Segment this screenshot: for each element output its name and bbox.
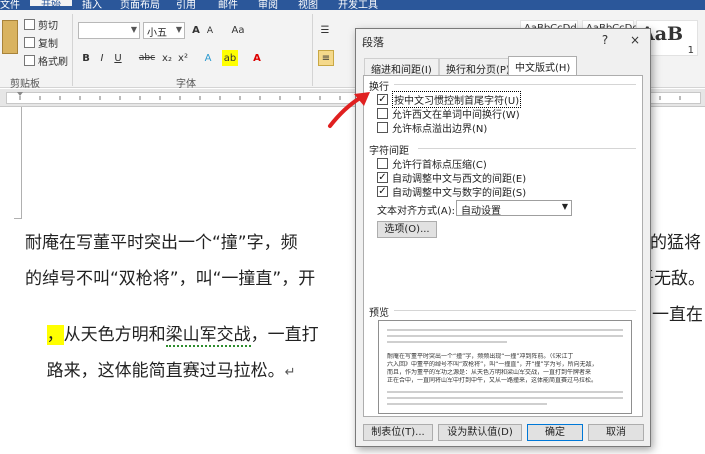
align-left-icon[interactable]: ≡ bbox=[318, 50, 334, 66]
preview-box: 耐庵在写董平时突出一个“撞”字，频频出现“一撞”冲到阵前。（《宋江丁 六入回》中… bbox=[378, 320, 632, 414]
section-divider bbox=[418, 148, 636, 149]
paragraph-dialog: 段落 ? × 缩进和间距(I) 换行和分页(P) 中文版式(H) 换行 ✓ 按中… bbox=[355, 28, 651, 447]
clipboard-group-label: 剪贴板 bbox=[10, 79, 40, 90]
subscript-button[interactable]: x₂ bbox=[160, 50, 174, 66]
cancel-button[interactable]: 取消 bbox=[588, 424, 644, 441]
checkbox-unchecked-icon bbox=[377, 157, 388, 169]
font-name-combo[interactable]: ▼ bbox=[78, 22, 140, 39]
checkbox-hanging-punctuation[interactable]: 允许标点溢出边界(N) bbox=[377, 120, 487, 135]
tab-asian-typography[interactable]: 中文版式(H) bbox=[508, 56, 578, 76]
tab-indent-spacing[interactable]: 缩进和间距(I) bbox=[364, 58, 439, 76]
margin-corner-mark bbox=[14, 107, 22, 219]
preview-text-3: 而且，作为董平的军功之源是：从天色方明和梁山军交战，一直打到午牌者来 bbox=[387, 369, 592, 376]
copy-button[interactable]: 复制 bbox=[24, 34, 58, 50]
checkbox-unchecked-icon bbox=[377, 107, 388, 119]
scissors-icon bbox=[24, 18, 35, 30]
italic-button[interactable]: I bbox=[96, 50, 108, 66]
red-arrow-icon bbox=[328, 92, 370, 128]
checkbox-compress-punctuation[interactable]: 允许行首标点压缩(C) bbox=[377, 156, 487, 171]
shrink-font-button[interactable]: A bbox=[204, 23, 216, 39]
chevron-down-icon: ▼ bbox=[130, 25, 137, 34]
checkbox-space-asian-numbers[interactable]: ✓ 自动调整中文与数字的间距(S) bbox=[377, 184, 526, 199]
indent-marker-icon bbox=[17, 92, 23, 96]
preview-line bbox=[387, 329, 623, 331]
checkbox-space-asian-latin[interactable]: ✓ 自动调整中文与西文的间距(E) bbox=[377, 170, 526, 185]
underline-button[interactable]: U bbox=[112, 50, 124, 66]
cut-button[interactable]: 剪切 bbox=[24, 16, 58, 32]
preview-line bbox=[387, 341, 507, 343]
section-preview: 预览 bbox=[369, 308, 389, 319]
group-separator bbox=[312, 14, 313, 86]
doc-line-2: 的绰号不叫“双枪将”，叫“一撞直”，开 bbox=[25, 269, 316, 289]
chevron-down-icon: ▼ bbox=[561, 202, 568, 211]
doc-line-3-tail: 一直在 bbox=[652, 305, 703, 325]
font-color-icon[interactable]: A bbox=[250, 50, 264, 66]
text-effects-icon[interactable]: A bbox=[200, 50, 216, 66]
preview-text-2: 六入回》中董平的绰号不叫“双枪将”，叫“一撞直”，开“撞”字为号，所向无敌， bbox=[387, 361, 598, 368]
chevron-down-icon: ▼ bbox=[175, 25, 182, 34]
ok-button[interactable]: 确定 bbox=[527, 424, 583, 441]
highlight-icon[interactable]: ab bbox=[222, 50, 238, 66]
tab-home[interactable]: 开始 bbox=[30, 0, 72, 11]
brush-icon bbox=[24, 54, 35, 66]
tabs-button[interactable]: 制表位(T)... bbox=[363, 424, 433, 441]
paragraph-mark-icon: ↵ bbox=[284, 365, 296, 380]
text-alignment-label: 文本对齐方式(A): bbox=[377, 206, 456, 217]
copy-icon bbox=[24, 36, 35, 48]
preview-line bbox=[387, 397, 623, 399]
options-button[interactable]: 选项(O)... bbox=[377, 221, 437, 238]
grow-font-button[interactable]: A bbox=[189, 22, 203, 38]
asian-typography-panel: 换行 ✓ 按中文习惯控制首尾字符(U) 允许西文在单词中间换行(W) 允许标点溢… bbox=[363, 75, 643, 417]
strikethrough-button[interactable]: abc bbox=[138, 50, 156, 66]
help-button[interactable]: ? bbox=[596, 31, 614, 49]
group-separator bbox=[72, 14, 73, 86]
set-default-button[interactable]: 设为默认值(D) bbox=[438, 424, 522, 441]
checkbox-unchecked-icon bbox=[377, 121, 388, 133]
doc-line-1-tail: 的猛将 bbox=[650, 233, 701, 253]
checkbox-chinese-rules[interactable]: ✓ 按中文习惯控制首尾字符(U) bbox=[377, 90, 522, 108]
tab-line-page-breaks[interactable]: 换行和分页(P) bbox=[439, 58, 517, 76]
font-group-label: 字体 bbox=[176, 79, 196, 90]
paste-icon[interactable] bbox=[2, 20, 18, 54]
bullets-icon[interactable]: ☰ bbox=[318, 22, 332, 38]
section-divider bbox=[394, 310, 636, 311]
checkbox-checked-icon: ✓ bbox=[377, 171, 388, 183]
bold-button[interactable]: B bbox=[80, 50, 92, 66]
checkbox-checked-icon: ✓ bbox=[377, 185, 388, 197]
preview-text-1: 耐庵在写董平时突出一个“撞”字，频频出现“一撞”冲到阵前。（《宋江丁 bbox=[387, 353, 574, 360]
checkbox-checked-icon: ✓ bbox=[377, 93, 388, 105]
text-alignment-select[interactable]: 自动设置 ▼ bbox=[456, 200, 572, 217]
tab-file[interactable]: 文件 bbox=[0, 0, 26, 11]
superscript-button[interactable]: x² bbox=[176, 50, 190, 66]
doc-line-1: 耐庵在写董平时突出一个“撞”字，频 bbox=[25, 233, 298, 253]
preview-line bbox=[387, 335, 623, 337]
section-divider bbox=[394, 84, 636, 85]
preview-line bbox=[387, 403, 547, 405]
change-case-button[interactable]: Aa bbox=[228, 22, 248, 38]
close-icon[interactable]: × bbox=[626, 31, 644, 49]
font-size-combo[interactable]: 小五 ▼ bbox=[143, 22, 185, 39]
format-painter-button[interactable]: 格式刷 bbox=[24, 52, 68, 68]
doc-line-4: 路来，这体能简直赛过马拉松。↵ bbox=[46, 361, 296, 381]
ribbon-tab-strip: 文件 开始 插入 页面布局 引用 邮件 审阅 视图 开发工具 bbox=[0, 0, 705, 11]
checkbox-latin-wrap[interactable]: 允许西文在单词中间换行(W) bbox=[377, 106, 520, 121]
dialog-title: 段落 bbox=[362, 36, 384, 49]
preview-line bbox=[387, 391, 623, 393]
preview-text-4: 正在合中，一直同将山军中打到中午，又从一路撞来，这体能简直赛过马拉松。 bbox=[387, 377, 598, 384]
